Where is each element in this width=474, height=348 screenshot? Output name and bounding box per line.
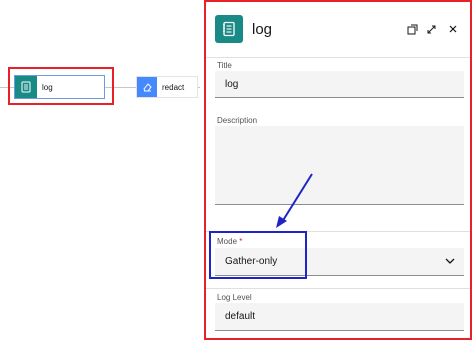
title-label: Title bbox=[217, 61, 232, 70]
log-level-input[interactable]: default bbox=[215, 303, 464, 331]
highlight-box-node bbox=[8, 67, 114, 105]
external-link-icon[interactable] bbox=[405, 22, 419, 36]
panel-header: log bbox=[206, 2, 470, 58]
properties-panel: log Title log Description Mode * Gather-… bbox=[204, 0, 472, 340]
node-redact[interactable]: redact bbox=[136, 76, 198, 98]
highlight-box-mode bbox=[209, 231, 307, 279]
eraser-icon bbox=[137, 77, 157, 97]
annotation-arrow bbox=[276, 173, 313, 228]
title-value: log bbox=[225, 78, 239, 90]
notebook-icon bbox=[215, 15, 243, 43]
chevron-down-icon bbox=[445, 257, 455, 268]
divider bbox=[206, 57, 470, 58]
panel-title: log bbox=[252, 21, 273, 38]
close-icon[interactable] bbox=[446, 22, 460, 36]
node-label: redact bbox=[162, 82, 185, 92]
log-level-label: Log Level bbox=[217, 293, 252, 302]
description-textarea[interactable] bbox=[215, 126, 464, 205]
divider bbox=[206, 288, 470, 289]
maximize-icon[interactable] bbox=[424, 22, 438, 36]
log-level-value: default bbox=[225, 311, 256, 322]
description-label: Description bbox=[217, 116, 258, 125]
title-input[interactable]: log bbox=[215, 71, 464, 98]
